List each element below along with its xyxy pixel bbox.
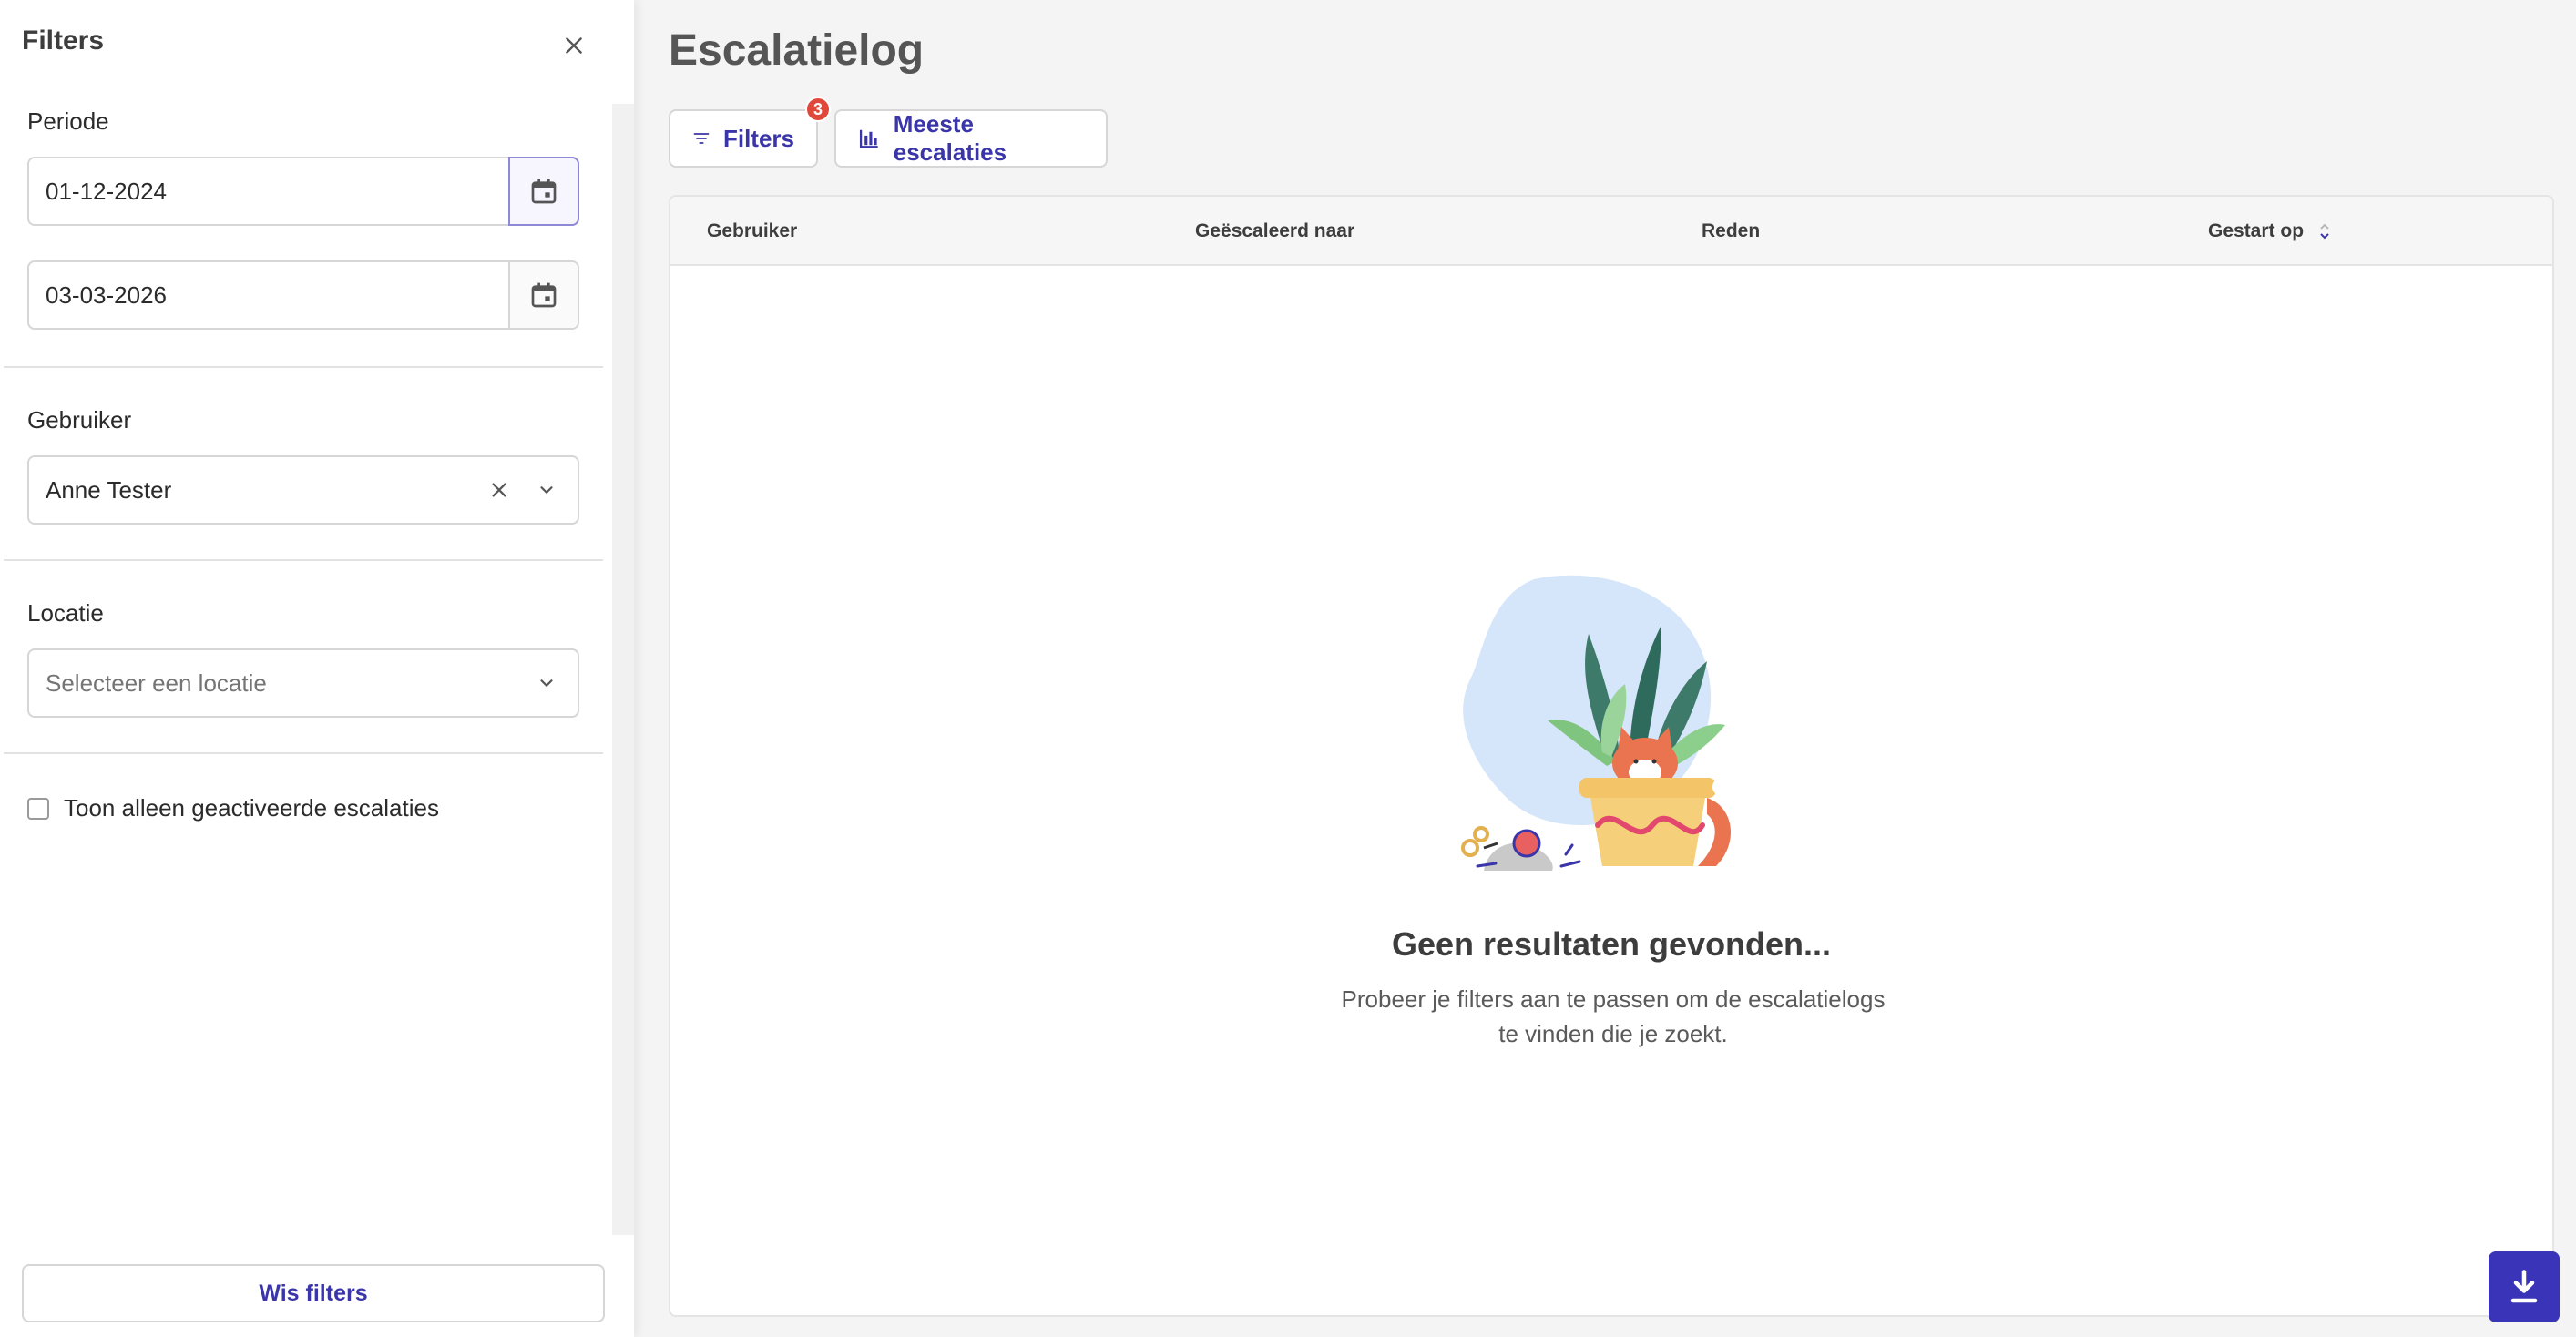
activated-only-checkbox[interactable] — [27, 797, 49, 820]
download-icon — [2510, 1270, 2538, 1303]
location-label: Locatie — [27, 599, 104, 627]
close-icon — [492, 483, 506, 497]
close-icon — [566, 37, 582, 54]
user-dropdown-toggle[interactable] — [523, 466, 570, 514]
user-label: Gebruiker — [27, 406, 132, 434]
sort-icon[interactable] — [2318, 222, 2331, 240]
divider — [4, 559, 603, 561]
close-panel-button[interactable] — [552, 24, 596, 67]
user-select-value: Anne Tester — [46, 475, 172, 504]
filter-panel: Filters Periode Geb — [0, 0, 634, 1337]
user-select[interactable]: Anne Tester — [27, 455, 579, 525]
column-header-label: Geëscaleerd naar — [1195, 220, 1355, 241]
empty-state-title: Geen resultaten gevonden... — [1391, 925, 1832, 963]
chevron-down-icon — [540, 486, 553, 494]
column-header-user[interactable]: Gebruiker — [707, 197, 797, 266]
filter-icon — [693, 133, 710, 144]
escalation-table: Gebruiker Geëscaleerd naar Reden Gestart… — [669, 195, 2554, 1317]
page-title: Escalatielog — [669, 26, 925, 75]
column-header-started-at[interactable]: Gestart op — [2208, 197, 2331, 266]
activated-only-checkbox-row[interactable]: Toon alleen geactiveerde escalaties — [27, 794, 439, 822]
calendar-icon — [531, 179, 557, 204]
period-label: Periode — [27, 107, 109, 135]
start-date-calendar-button[interactable] — [508, 157, 579, 226]
filters-button-label: Filters — [722, 124, 794, 152]
clear-user-button[interactable] — [475, 466, 523, 514]
clear-filters-button[interactable]: Wis filters — [22, 1264, 605, 1322]
column-header-label: Gestart op — [2208, 220, 2305, 241]
panel-scrollbar[interactable] — [612, 104, 634, 1235]
end-date-input[interactable] — [29, 262, 508, 328]
column-header-label: Gebruiker — [707, 220, 798, 241]
most-escalations-label: Meeste escalaties — [893, 110, 1007, 166]
column-header-label: Reden — [1702, 220, 1761, 241]
empty-state-description: Probeer je filters aan te passen om de e… — [1341, 985, 1886, 1047]
bar-chart-icon — [859, 129, 878, 148]
table-header: Gebruiker Geëscaleerd naar Reden Gestart… — [670, 197, 2552, 266]
filters-count-badge: 3 — [805, 97, 831, 122]
calendar-icon — [531, 282, 557, 308]
column-header-escalated-to[interactable]: Geëscaleerd naar — [1195, 197, 1354, 266]
download-button[interactable] — [2489, 1251, 2560, 1322]
end-date-calendar-button[interactable] — [508, 262, 578, 328]
panel-title: Filters — [22, 26, 105, 56]
location-dropdown-toggle[interactable] — [523, 659, 570, 707]
empty-state-illustration — [1461, 575, 1732, 871]
location-select-placeholder: Selecteer een locatie — [46, 668, 267, 697]
location-select[interactable]: Selecteer een locatie — [27, 648, 579, 718]
start-date-field — [27, 157, 579, 226]
chevron-down-icon — [540, 679, 553, 687]
activated-only-label: Toon alleen geactiveerde escalaties — [64, 794, 439, 822]
start-date-input[interactable] — [29, 158, 508, 224]
most-escalations-button[interactable]: Meeste escalaties — [834, 109, 1108, 168]
divider — [4, 752, 603, 754]
column-header-reason[interactable]: Reden — [1702, 197, 1760, 266]
end-date-field — [27, 260, 579, 330]
divider — [4, 366, 603, 368]
filters-button[interactable]: Filters — [669, 109, 818, 168]
